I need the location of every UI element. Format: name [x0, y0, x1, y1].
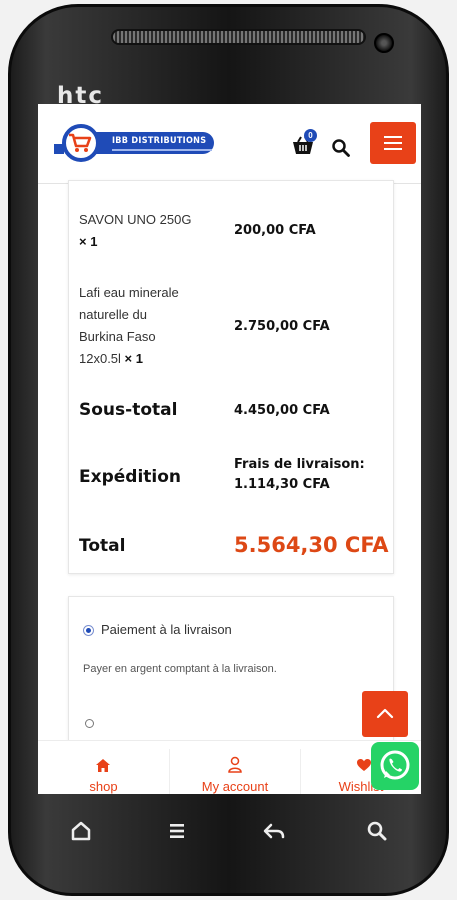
- payment-radio-other[interactable]: [85, 719, 94, 728]
- logo-tagline: [112, 149, 212, 151]
- subtotal-label: Sous-total: [79, 400, 178, 420]
- cart-count-badge: 0: [304, 129, 317, 142]
- logo-banner: IBB DISTRIBUTIONS: [80, 132, 214, 154]
- whatsapp-icon: [380, 750, 410, 780]
- payment-radio-cod[interactable]: [83, 625, 94, 636]
- product-name-line: 12x0.5l: [79, 351, 121, 366]
- payment-method-label[interactable]: Paiement à la livraison: [101, 622, 232, 637]
- home-key-icon[interactable]: [66, 816, 96, 846]
- shipping-label: Expédition: [79, 467, 182, 487]
- nav-item-account[interactable]: My account: [170, 741, 300, 794]
- product-name-line: SAVON UNO 250G: [79, 212, 192, 227]
- front-camera: [374, 33, 394, 53]
- shipping-value: Frais de livraison: 1.114,30 CFA: [234, 455, 365, 495]
- shipping-fee-label: Frais de livraison:: [234, 457, 365, 472]
- scroll-to-top-button[interactable]: [362, 691, 408, 737]
- site-logo[interactable]: IBB DISTRIBUTIONS: [54, 124, 216, 162]
- product-qty: × 1: [124, 351, 143, 366]
- order-item: Lafi eau minerale naturelle du Burkina F…: [79, 282, 179, 370]
- order-item: SAVON UNO 250G × 1: [79, 209, 191, 253]
- shipping-fee-amount: 1.114,30 CFA: [234, 477, 330, 492]
- payment-method-description: Payer en argent comptant à la livraison.: [83, 663, 277, 675]
- order-summary: SAVON UNO 250G × 1 200,00 CFA Lafi eau m…: [68, 180, 394, 574]
- back-key-icon[interactable]: [259, 816, 289, 846]
- search-key-icon[interactable]: [362, 816, 392, 846]
- product-qty: × 1: [79, 234, 98, 249]
- product-price: 2.750,00 CFA: [234, 319, 330, 334]
- heart-icon: [357, 759, 371, 771]
- menu-button[interactable]: [370, 122, 416, 164]
- site-header: IBB DISTRIBUTIONS 0: [38, 104, 421, 184]
- hamburger-line: [384, 136, 402, 138]
- home-icon: [96, 759, 110, 772]
- subtotal-value: 4.450,00 CFA: [234, 403, 330, 418]
- total-label: Total: [79, 536, 126, 556]
- nav-item-shop[interactable]: shop: [38, 741, 169, 794]
- shopping-cart-icon: [69, 133, 92, 152]
- chevron-up-icon: [376, 708, 394, 719]
- product-price: 200,00 CFA: [234, 223, 316, 238]
- nav-label: My account: [201, 779, 269, 794]
- hamburger-line: [384, 142, 402, 144]
- screen: IBB DISTRIBUTIONS 0 SAVON UNO 250G × 1 2…: [38, 104, 421, 794]
- hamburger-line: [384, 148, 402, 150]
- product-name-line: Burkina Faso: [79, 329, 156, 344]
- search-icon[interactable]: [331, 138, 351, 158]
- whatsapp-button[interactable]: [371, 742, 419, 790]
- product-name-line: naturelle du: [79, 307, 147, 322]
- nav-label: shop: [89, 779, 118, 794]
- product-name-line: Lafi eau minerale: [79, 285, 179, 300]
- total-value: 5.564,30 CFA: [234, 533, 389, 557]
- bottom-navigation: shop My account Wishlist: [38, 740, 421, 794]
- user-icon: [228, 756, 242, 773]
- speaker-grille: [111, 29, 366, 45]
- logo-text: IBB DISTRIBUTIONS: [112, 136, 207, 146]
- menu-key-icon[interactable]: [162, 816, 192, 846]
